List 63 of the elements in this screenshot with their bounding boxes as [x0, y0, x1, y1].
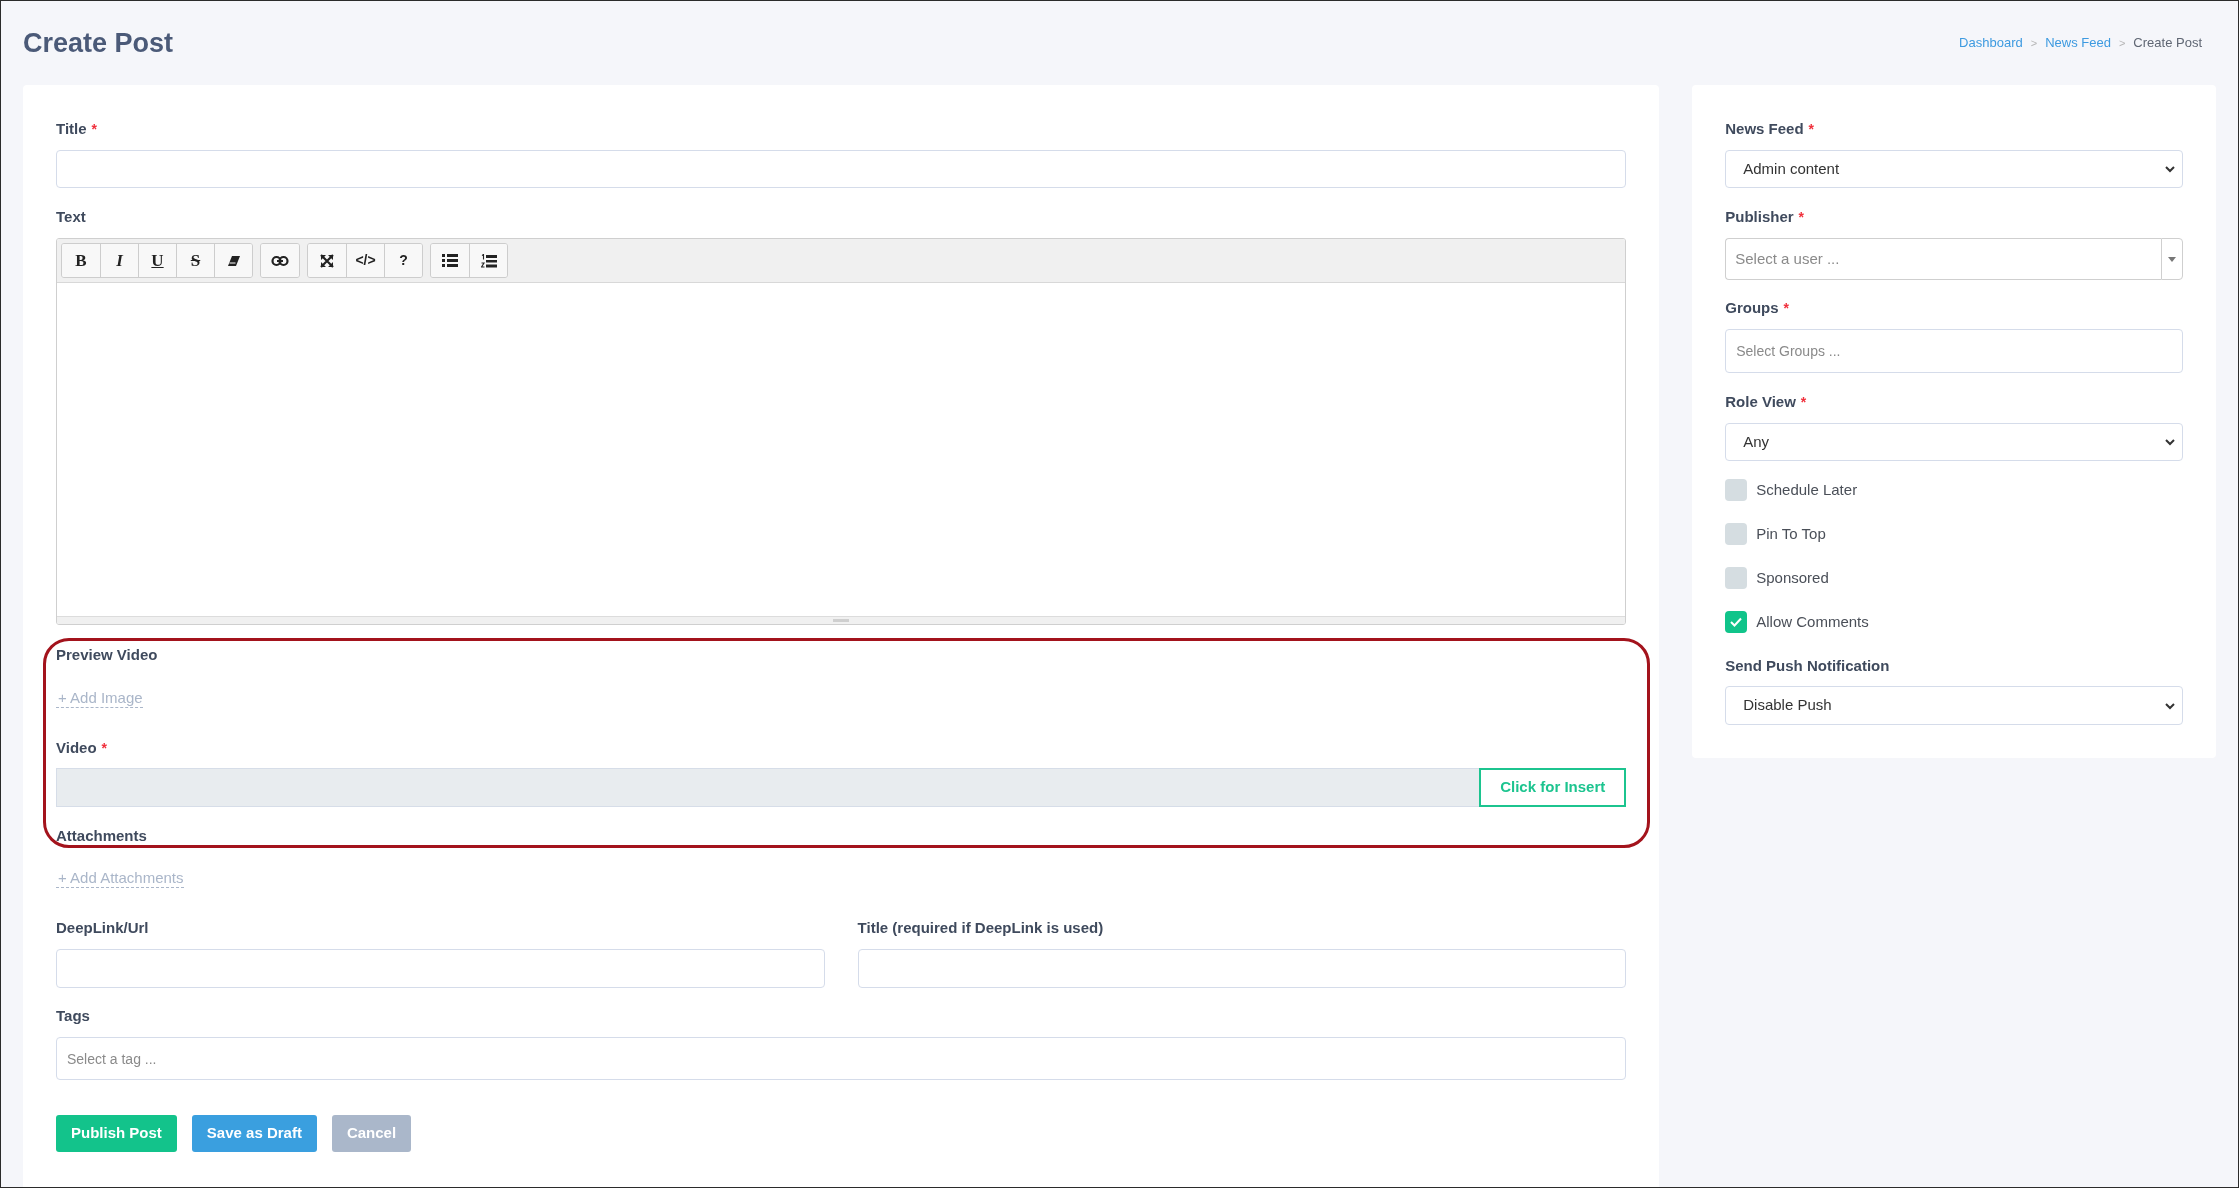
- toolbar-button[interactable]: [308, 244, 346, 277]
- field-label: Send Push Notification: [1725, 655, 1890, 676]
- checkbox-label: Pin To Top: [1756, 523, 1826, 544]
- numbered-list-icon: [480, 253, 497, 268]
- toolbar-button[interactable]: B: [62, 244, 100, 277]
- field-label: Tags: [56, 1005, 90, 1026]
- resize-handle[interactable]: [57, 616, 1626, 624]
- checkbox[interactable]: [1725, 611, 1748, 633]
- field-label: News Feed: [1725, 118, 1804, 139]
- toolbar-button[interactable]: ?: [384, 244, 422, 277]
- eraser-icon: [226, 253, 241, 268]
- chevron-down-icon: [2164, 163, 2176, 175]
- toolbar-button[interactable]: I: [100, 244, 138, 277]
- toolbar-button[interactable]: </>: [346, 244, 384, 277]
- checkbox[interactable]: [1725, 523, 1748, 545]
- checkbox-label: Schedule Later: [1756, 479, 1858, 500]
- input-field[interactable]: [857, 949, 1627, 988]
- required-mark: *: [101, 738, 108, 758]
- fullscreen-icon: [320, 253, 334, 268]
- required-mark: *: [1808, 119, 1815, 139]
- toolbar-button[interactable]: U: [138, 244, 176, 277]
- checkbox-label: Sponsored: [1756, 567, 1829, 588]
- field-label: Title (required if DeepLink is used): [857, 917, 1104, 938]
- toolbar-button[interactable]: S: [176, 244, 214, 277]
- user-select-field[interactable]: Select a user ...: [1725, 238, 2161, 280]
- breadcrumb-current: Create Post: [2133, 34, 2202, 53]
- field-label: Attachments: [56, 825, 147, 846]
- field-label: Publisher: [1725, 206, 1794, 227]
- field-label: Role View: [1725, 391, 1796, 412]
- checkbox-label: Allow Comments: [1756, 611, 1869, 632]
- field-label: DeepLink/Url: [56, 917, 149, 938]
- required-mark: *: [1800, 392, 1807, 412]
- toolbar-button[interactable]: [214, 244, 252, 277]
- field-label: Preview Video: [56, 644, 158, 665]
- page-title: Create Post: [23, 26, 174, 60]
- field-label: Groups: [1725, 297, 1779, 318]
- required-mark: *: [1783, 298, 1789, 318]
- breadcrumb-separator: >: [2118, 35, 2126, 51]
- toolbar-button[interactable]: [431, 244, 469, 277]
- checkbox[interactable]: [1725, 567, 1748, 589]
- select-field[interactable]: Admin content: [1725, 150, 2183, 188]
- select-field[interactable]: Any: [1725, 423, 2183, 461]
- input-field[interactable]: [56, 949, 825, 988]
- check-icon: [1730, 617, 1743, 627]
- link-icon: [271, 254, 289, 267]
- required-mark: *: [91, 119, 98, 139]
- field-label: Text: [56, 206, 86, 227]
- breadcrumb-separator: >: [2030, 35, 2038, 51]
- dropdown-button[interactable]: [2161, 238, 2183, 280]
- chevron-down-icon: [2164, 436, 2176, 448]
- toolbar-button[interactable]: [261, 244, 299, 277]
- input-field[interactable]: Select a tag ...: [56, 1037, 1627, 1080]
- input-field[interactable]: [56, 150, 1627, 188]
- caret-icon: [2168, 256, 2176, 262]
- field-label: Video: [56, 737, 97, 758]
- toolbar-button[interactable]: [469, 244, 507, 277]
- required-mark: *: [1798, 207, 1805, 227]
- video-field[interactable]: [56, 768, 1480, 807]
- input-field[interactable]: Select Groups ...: [1725, 329, 2183, 373]
- field-label: Title: [56, 118, 87, 139]
- bullet-list-icon: [442, 254, 458, 267]
- select-field[interactable]: Disable Push: [1725, 686, 2183, 725]
- checkbox[interactable]: [1725, 479, 1748, 501]
